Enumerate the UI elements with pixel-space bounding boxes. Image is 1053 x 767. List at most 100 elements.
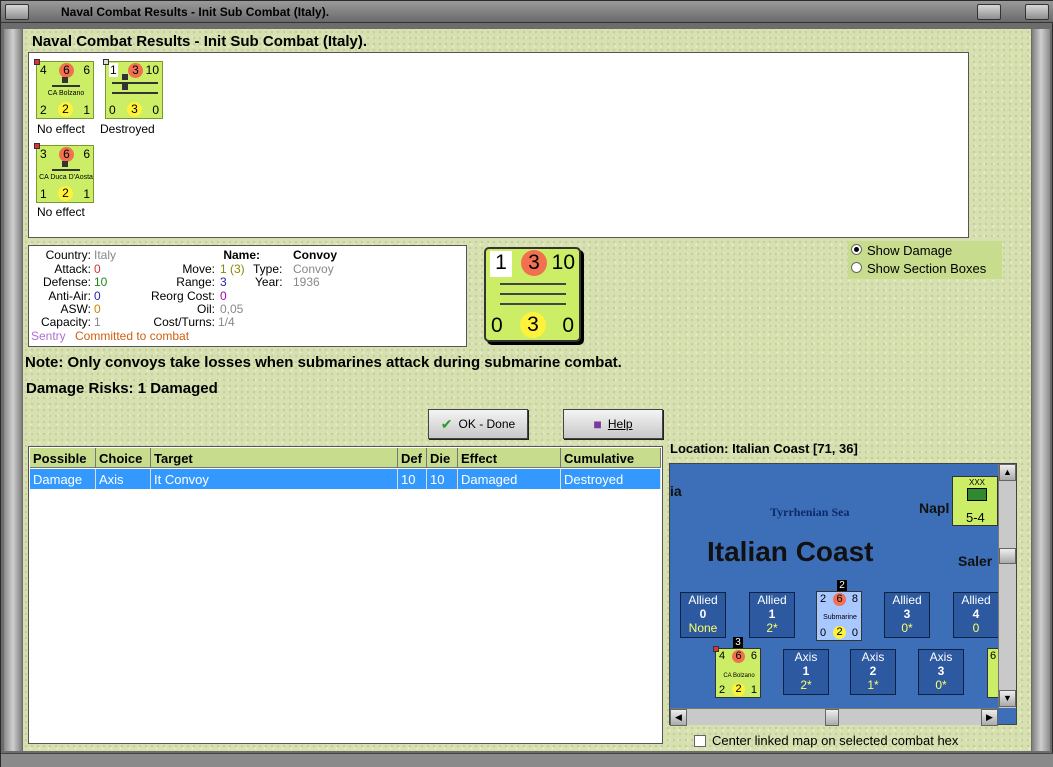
show-section-boxes-label[interactable]: Show Section Boxes: [867, 261, 986, 276]
counter-cargo: 0: [851, 627, 858, 639]
unit-strength: 5-4: [966, 510, 985, 525]
unit-size: XXX: [969, 478, 986, 487]
box-side: Allied: [892, 593, 922, 607]
reorg-value: 0: [220, 289, 227, 303]
table-cell[interactable]: 10: [427, 469, 458, 489]
frame-right-edge: [1032, 29, 1050, 751]
col-choice[interactable]: Choice: [96, 448, 151, 468]
damage-risks: Damage Risks: 1 Damaged: [26, 380, 218, 397]
effect-label: No effect: [37, 122, 85, 136]
show-damage-label[interactable]: Show Damage: [867, 243, 952, 258]
table-cell[interactable]: Damaged: [458, 469, 561, 489]
show-section-boxes-radio[interactable]: [851, 262, 862, 273]
col-target[interactable]: Target: [151, 448, 398, 468]
counter-defense: 6: [833, 593, 846, 606]
counter-move: 6: [750, 650, 757, 662]
scroll-right-arrow-icon[interactable]: ▶: [981, 709, 998, 726]
map-horizontal-scrollbar[interactable]: ◀ ▶: [670, 708, 998, 726]
scroll-left-arrow-icon[interactable]: ◀: [670, 709, 687, 726]
counter-cargo: 0: [562, 314, 574, 337]
cost-label: Cost/Turns:: [153, 315, 215, 329]
box-value: 2*: [800, 678, 812, 692]
axis-section-box[interactable]: Axis 3 0*: [918, 649, 964, 695]
unit-counter-convoy[interactable]: 1 3 10 0 3 0: [103, 59, 163, 119]
counter-move: 8: [851, 593, 858, 605]
unit-counter-duca-daosta[interactable]: 3 6 6 CA Duca D'Aosta 1 2 1: [34, 143, 94, 203]
table-cell[interactable]: 10: [398, 469, 427, 489]
window-title: Naval Combat Results - Init Sub Combat (…: [61, 5, 330, 19]
table-cell[interactable]: Axis: [96, 469, 151, 489]
unit-counter-bolzano[interactable]: 4 6 6 CA Bolzano 2 2 1: [34, 59, 94, 119]
box-number: 1: [802, 664, 810, 678]
map-vertical-scrollbar[interactable]: ▲ ▼: [998, 464, 1016, 708]
axis-section-box[interactable]: Axis 2 1*: [850, 649, 896, 695]
country-label: Country:: [45, 248, 91, 262]
col-def[interactable]: Def: [398, 448, 427, 468]
ok-done-button[interactable]: ✔ OK - Done: [428, 409, 528, 439]
antiair-value: 0: [94, 289, 101, 303]
scroll-up-arrow-icon[interactable]: ▲: [999, 464, 1016, 481]
capacity-value: 1: [94, 315, 101, 329]
map-view[interactable]: ia Tyrrhenian Sea Napl Saler Italian Coa…: [669, 463, 1017, 725]
counter-move: 6: [83, 63, 90, 77]
table-cell[interactable]: Destroyed: [561, 469, 661, 489]
minimize-button[interactable]: [977, 4, 1001, 20]
table-cell[interactable]: Damage: [30, 469, 96, 489]
effect-label: No effect: [37, 205, 85, 219]
counter-attack: 1: [109, 63, 118, 77]
counter-asw: 3: [127, 102, 142, 117]
counter-defense: 6: [59, 63, 74, 78]
axis-section-box[interactable]: Axis 1 2*: [783, 649, 829, 695]
counter-aa: 0: [109, 103, 116, 117]
submarine-counter[interactable]: 2 6 8 Submarine 0 2 0: [816, 591, 862, 641]
box-side: Allied: [757, 593, 787, 607]
box-side: Allied: [688, 593, 718, 607]
counter-aa: 0: [491, 314, 503, 337]
counter-defense: 3: [521, 250, 547, 276]
sea-area-name: Italian Coast: [707, 536, 874, 567]
scroll-down-arrow-icon[interactable]: ▼: [999, 690, 1016, 707]
show-damage-radio[interactable]: [851, 244, 862, 255]
counter-attack: 3: [40, 147, 47, 161]
close-button[interactable]: [1025, 4, 1049, 20]
box-value: 2*: [766, 621, 778, 635]
system-menu-button[interactable]: [5, 4, 29, 20]
type-label: Type:: [253, 262, 283, 276]
attack-value: 0: [94, 262, 101, 276]
display-options: Show Damage Show Section Boxes: [848, 241, 1002, 279]
counter-asw: 3: [520, 312, 546, 338]
help-button[interactable]: ■ Help: [563, 409, 663, 439]
col-die[interactable]: Die: [427, 448, 458, 468]
counter-attack: 4: [40, 63, 47, 77]
bolzano-counter[interactable]: 4 6 6 CA Bolzano 2 2 1: [713, 646, 761, 698]
allied-section-box[interactable]: Allied 3 0*: [884, 592, 930, 638]
ok-done-label: OK - Done: [458, 417, 516, 431]
col-effect[interactable]: Effect: [458, 448, 561, 468]
title-bar[interactable]: Naval Combat Results - Init Sub Combat (…: [1, 1, 1053, 23]
scroll-thumb[interactable]: [825, 709, 839, 726]
counter-asw: 2: [58, 102, 73, 117]
asw-value: 0: [94, 302, 101, 316]
location-label: Location: Italian Coast [71, 36]: [670, 441, 858, 456]
convoy-icon: [112, 84, 158, 94]
book-icon: ■: [593, 416, 602, 432]
box-value: 1*: [867, 678, 879, 692]
center-linked-map-label[interactable]: Center linked map on selected combat hex: [712, 733, 958, 748]
col-possible[interactable]: Possible: [30, 448, 96, 468]
col-cumulative[interactable]: Cumulative: [561, 448, 661, 468]
allied-section-box[interactable]: Allied 4 0: [953, 592, 999, 638]
allied-section-box[interactable]: Allied 1 2*: [749, 592, 795, 638]
table-cell[interactable]: It Convoy: [151, 469, 398, 489]
box-number: 3: [937, 664, 945, 678]
land-unit-counter[interactable]: XXX 5-4: [952, 476, 998, 526]
asw-label: ASW:: [60, 302, 91, 316]
allied-section-box[interactable]: Allied 0 None: [680, 592, 726, 638]
counter-move: 6: [83, 147, 90, 161]
scroll-thumb[interactable]: [999, 548, 1016, 564]
center-linked-map-checkbox[interactable]: [694, 735, 706, 747]
committed-status: Committed to combat: [75, 329, 190, 343]
effect-label: Destroyed: [100, 122, 155, 136]
counter-asw: 2: [833, 626, 846, 639]
counter-attack: 6: [990, 650, 997, 662]
convoy-icon: [112, 74, 158, 84]
